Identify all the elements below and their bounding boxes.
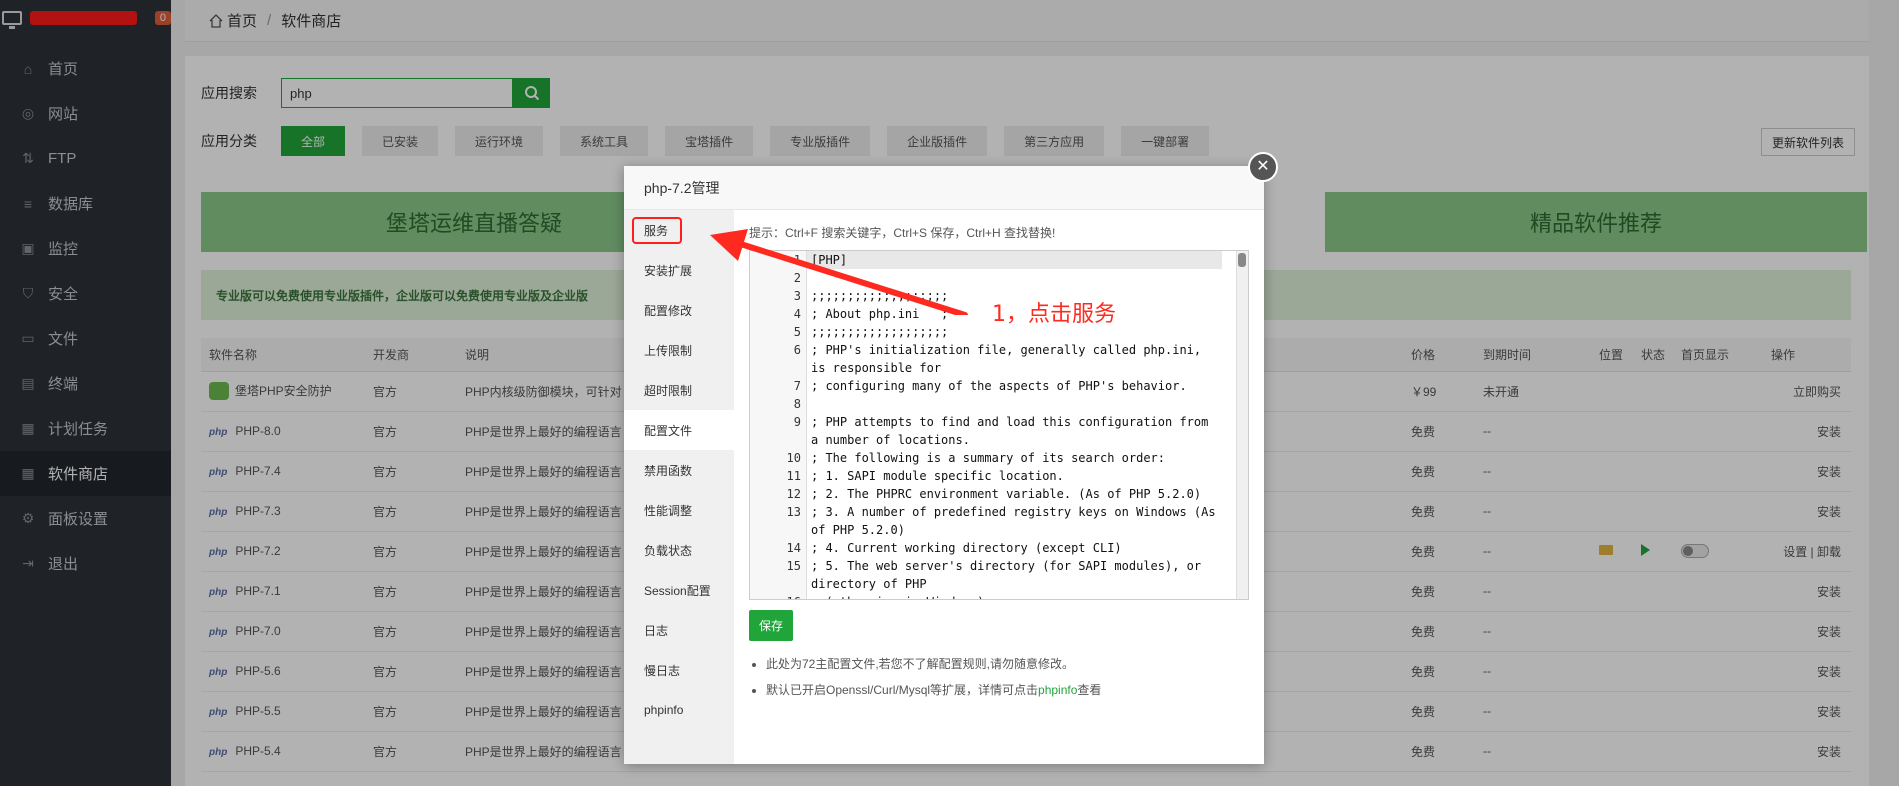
note-text: 默认已开启Openssl/Curl/Mysql等扩展，详情可点击: [766, 683, 1039, 697]
modal-nav-label: 服务: [632, 216, 683, 244]
code-line: 9 ; PHP attempts to find and load this co…: [750, 413, 1248, 449]
modal-nav-label: 慢日志: [644, 663, 681, 678]
line-number: 15: [786, 559, 801, 573]
line-text: ; 2. The PHPRC environment variable. (As…: [811, 487, 1202, 501]
line-text: [807, 395, 1222, 413]
line-text: ; (otherwise in Windows): [807, 593, 1222, 599]
code-line: 15 ; 5. The web server's directory (for S…: [750, 557, 1248, 593]
line-number: 12: [786, 487, 801, 501]
modal-nav-label: 配置文件: [644, 423, 693, 438]
modal-nav-label: 超时限制: [644, 383, 693, 398]
phpinfo-link[interactable]: phpinfo: [1038, 683, 1077, 697]
line-number: 5: [793, 325, 801, 339]
code-line: 14 ; 4. Current working directory (except…: [750, 539, 1248, 557]
modal-nav-label: 安装扩展: [644, 263, 693, 278]
modal-nav-label: 负载状态: [644, 543, 693, 558]
line-number: 10: [786, 451, 801, 465]
annotation-text: 1，点击服务: [992, 302, 1116, 327]
line-number: 7: [793, 379, 801, 393]
notes-list: 此处为72主配置文件,若您不了解配置规则,请勿随意修改。 默认已开启Openss…: [749, 655, 1249, 698]
modal-nav-item[interactable]: 性能调整: [624, 490, 734, 530]
modal-nav-item[interactable]: Session配置: [624, 570, 734, 610]
code-line: 11 ; 1. SAPI module specific location.: [750, 467, 1248, 485]
line-number: 13: [786, 505, 801, 519]
modal-title: php-7.2管理: [624, 166, 1264, 210]
line-number: 6: [793, 343, 801, 357]
line-text: ; 1. SAPI module specific location.: [811, 469, 1064, 483]
modal-nav-label: 上传限制: [644, 343, 693, 358]
modal-nav-item[interactable]: 配置文件: [624, 410, 734, 450]
line-text: ; 3. A number of predefined registry key…: [811, 505, 1223, 537]
line-text: ; PHP's initialization file, generally c…: [811, 343, 1209, 375]
save-button[interactable]: 保存: [749, 610, 794, 641]
code-line: 6 ; PHP's initialization file, generally …: [750, 341, 1248, 377]
line-text: ; The following is a summary of its sear…: [811, 451, 1166, 465]
modal-nav-item[interactable]: 日志: [624, 610, 734, 650]
note-item: 默认已开启Openssl/Curl/Mysql等扩展，详情可点击phpinfo查…: [766, 681, 1249, 698]
line-number: 8: [793, 397, 801, 411]
code-line: 12 ; 2. The PHPRC environment variable. (…: [750, 485, 1248, 503]
line-number: 14: [786, 541, 801, 555]
editor-scrollbar[interactable]: [1236, 251, 1248, 599]
code-line: 16; (otherwise in Windows): [750, 593, 1248, 599]
code-line: 7 ; configuring many of the aspects of PH…: [750, 377, 1248, 395]
line-number: 16: [750, 593, 807, 599]
modal-nav-label: Session配置: [644, 583, 711, 598]
modal-nav-item[interactable]: 禁用函数: [624, 450, 734, 490]
modal-nav-item[interactable]: 慢日志: [624, 650, 734, 690]
close-icon[interactable]: ✕: [1248, 152, 1278, 182]
code-line: 13 ; 3. A number of predefined registry k…: [750, 503, 1248, 539]
modal-nav-label: 禁用函数: [644, 463, 693, 478]
line-text: ; PHP attempts to find and load this con…: [811, 415, 1216, 447]
note-item: 此处为72主配置文件,若您不了解配置规则,请勿随意修改。: [766, 655, 1249, 672]
line-number: 11: [786, 469, 801, 483]
line-text: ; 4. Current working directory (except C…: [811, 541, 1122, 555]
modal-nav-item[interactable]: 负载状态: [624, 530, 734, 570]
code-line: 10 ; The following is a summary of its se…: [750, 449, 1248, 467]
modal-nav-label: 配置修改: [644, 303, 693, 318]
line-text: ; configuring many of the aspects of PHP…: [811, 379, 1187, 393]
modal-nav-item[interactable]: 超时限制: [624, 370, 734, 410]
modal-nav-item[interactable]: phpinfo: [624, 690, 734, 730]
line-number: 9: [793, 415, 801, 429]
editor-scroll-thumb[interactable]: [1238, 253, 1246, 267]
note-text: 查看: [1077, 683, 1102, 697]
annotation-arrow: [710, 229, 968, 315]
code-line: 8: [750, 395, 1248, 413]
modal-nav-item[interactable]: 上传限制: [624, 330, 734, 370]
line-text: ; 5. The web server's directory (for SAP…: [811, 559, 1209, 591]
modal-nav-label: phpinfo: [644, 703, 684, 717]
modal-nav-label: 性能调整: [644, 503, 693, 518]
modal-nav-label: 日志: [644, 623, 669, 638]
